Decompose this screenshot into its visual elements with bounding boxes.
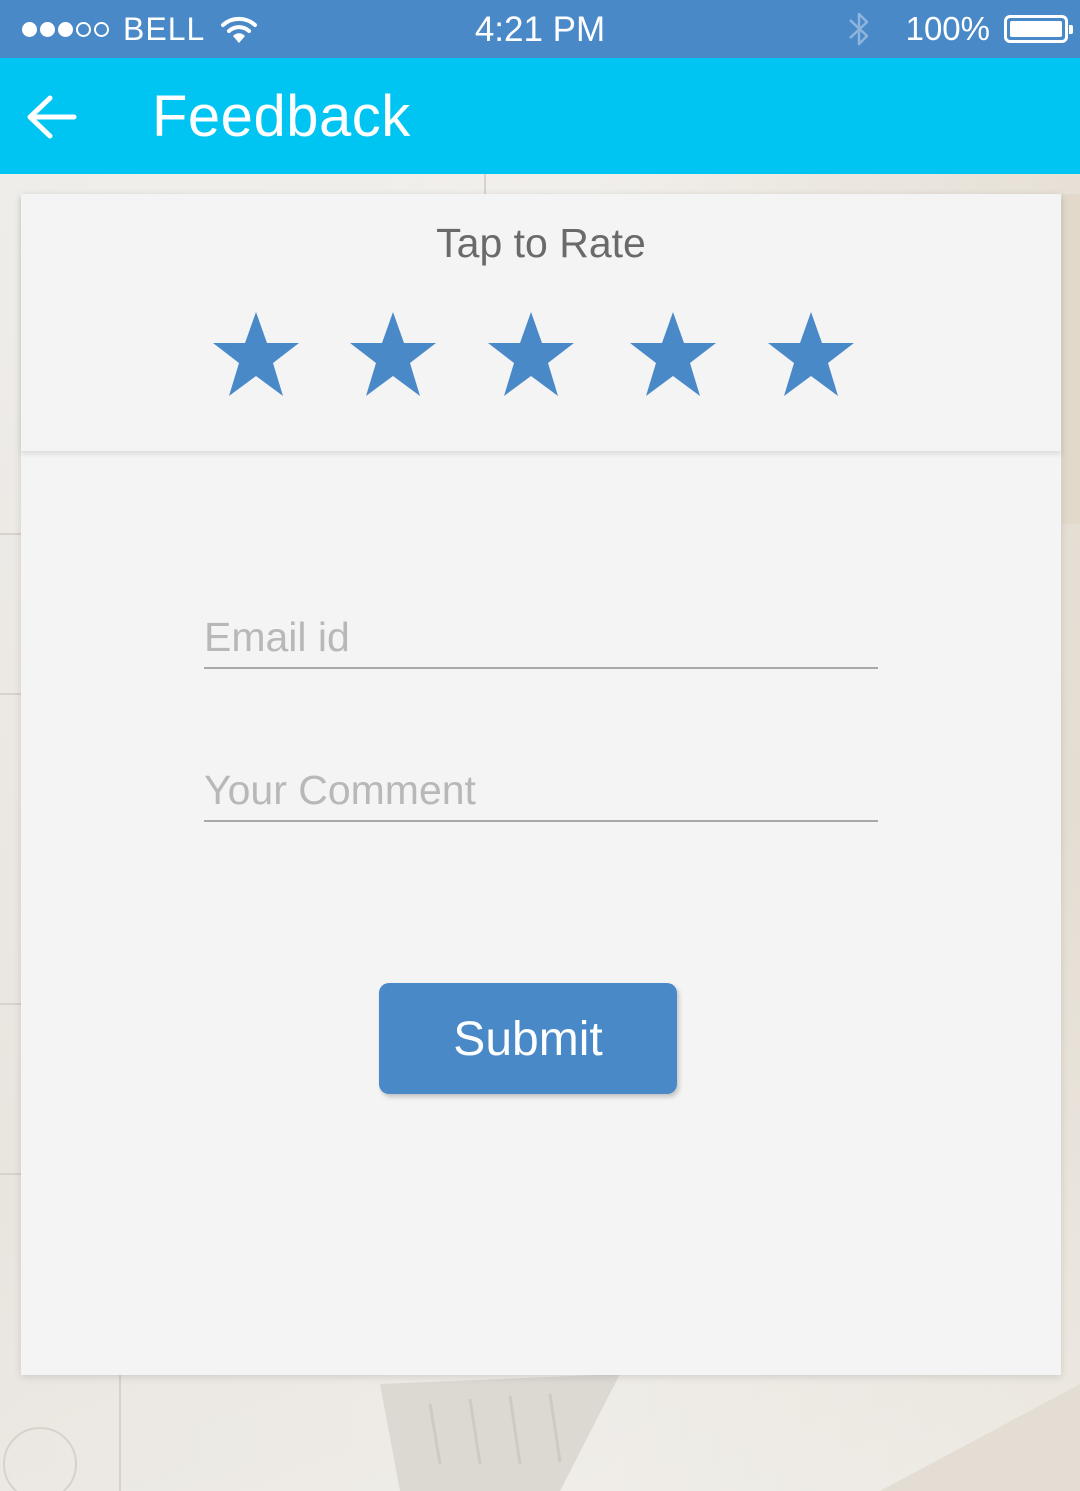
battery-icon (1004, 15, 1073, 43)
arrow-left-icon (27, 95, 77, 139)
star-3-icon[interactable] (487, 310, 575, 398)
comment-input[interactable] (204, 767, 878, 820)
back-button[interactable] (22, 86, 82, 146)
star-5-icon[interactable] (767, 310, 855, 398)
feedback-card: Tap to Rate Submit (21, 194, 1061, 1375)
rating-section: Tap to Rate (21, 194, 1061, 451)
star-4-icon[interactable] (629, 310, 717, 398)
page-title: Feedback (152, 84, 411, 149)
email-field (204, 614, 878, 669)
comment-field (204, 767, 878, 822)
status-bar: BELL 4:21 PM 100% (0, 0, 1080, 58)
star-1-icon[interactable] (212, 310, 300, 398)
bluetooth-icon (846, 9, 872, 49)
rating-title: Tap to Rate (436, 220, 646, 266)
email-input[interactable] (204, 614, 878, 667)
submit-button[interactable]: Submit (379, 983, 677, 1094)
star-2-icon[interactable] (349, 310, 437, 398)
battery-percent: 100% (905, 10, 990, 47)
app-bar: Feedback (0, 58, 1080, 174)
